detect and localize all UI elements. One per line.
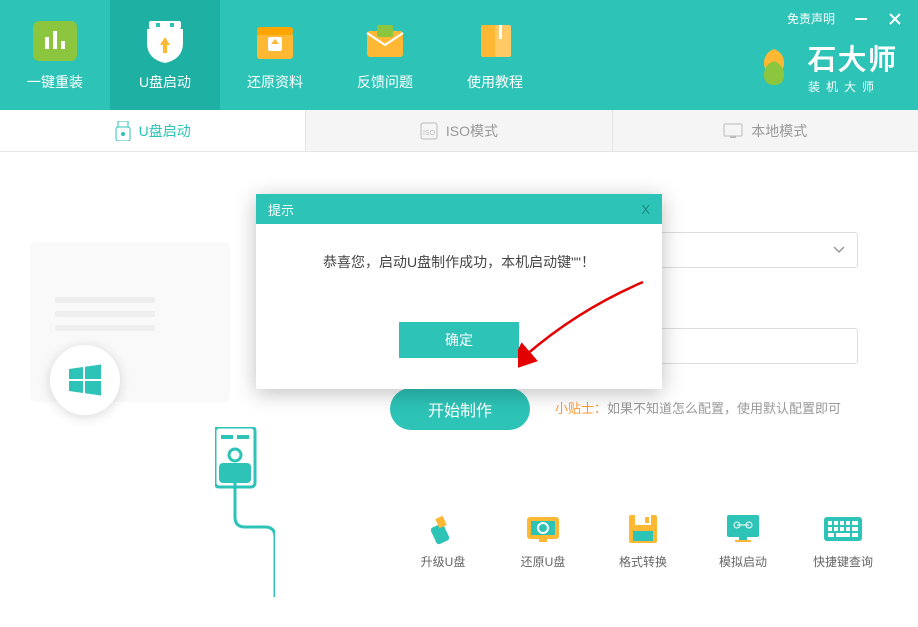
monitor-icon — [723, 123, 743, 139]
tab-label: 本地模式 — [751, 121, 807, 141]
bottom-label: 格式转换 — [619, 553, 667, 570]
logo-subtitle: 装机大师 — [808, 78, 898, 95]
nav-label: U盘启动 — [139, 72, 191, 92]
tab-iso[interactable]: ISO ISO模式 — [306, 110, 612, 151]
shield-usb-icon — [140, 19, 190, 64]
close-icon[interactable]: X — [641, 202, 650, 217]
dialog-ok-button[interactable]: 确定 — [399, 322, 519, 358]
windows-button[interactable] — [50, 345, 120, 415]
decoration-lines — [55, 297, 155, 339]
bottom-hotkey-query[interactable]: 快捷键查询 — [808, 511, 878, 570]
nav-reinstall[interactable]: 一键重装 — [0, 0, 110, 110]
bottom-toolbar: 升级U盘 还原U盘 格式转换 模拟启动 快捷键查询 — [0, 500, 918, 580]
nav-label: 反馈问题 — [357, 72, 413, 92]
logo-icon — [752, 45, 796, 89]
chevron-down-icon — [833, 246, 845, 254]
bottom-simulate-boot[interactable]: 模拟启动 — [708, 511, 778, 570]
dialog: 提示 X 恭喜您，启动U盘制作成功，本机启动键""！ 确定 — [256, 194, 662, 389]
upload-box-icon — [250, 19, 300, 64]
nav-usb-boot[interactable]: U盘启动 — [110, 0, 220, 110]
tip-label: 小贴士： — [555, 401, 607, 416]
tab-usb-boot[interactable]: U盘启动 — [0, 110, 306, 151]
disclaimer-link[interactable]: 免责声明 — [787, 10, 835, 27]
bottom-restore-usb[interactable]: 还原U盘 — [508, 511, 578, 570]
nav-label: 还原资料 — [247, 72, 303, 92]
tab-local[interactable]: 本地模式 — [613, 110, 918, 151]
tip-text: 小贴士：如果不知道怎么配置，使用默认配置即可 — [555, 398, 841, 417]
bottom-upgrade-usb[interactable]: 升级U盘 — [408, 511, 478, 570]
nav-label: 一键重装 — [27, 72, 83, 92]
close-button[interactable] — [887, 11, 903, 27]
dialog-message: 恭喜您，启动U盘制作成功，本机启动键""！ — [256, 224, 662, 292]
nav-restore[interactable]: 还原资料 — [220, 0, 330, 110]
keyboard-icon — [823, 511, 863, 547]
bottom-label: 升级U盘 — [421, 553, 466, 570]
sub-tabs: U盘启动 ISO ISO模式 本地模式 — [0, 110, 918, 152]
main-nav: 一键重装 U盘启动 还原资料 反馈问题 使用教程 — [0, 0, 550, 110]
logo-title: 石大师 — [808, 38, 898, 78]
usb-icon — [115, 121, 131, 141]
minimize-button[interactable] — [853, 11, 869, 27]
nav-tutorial[interactable]: 使用教程 — [440, 0, 550, 110]
usb-upgrade-icon — [423, 511, 463, 547]
header: 一键重装 U盘启动 还原资料 反馈问题 使用教程 免责声明 — [0, 0, 918, 110]
book-icon — [470, 19, 520, 64]
tip-content: 如果不知道怎么配置，使用默认配置即可 — [607, 401, 841, 416]
svg-text:ISO: ISO — [423, 130, 436, 137]
window-controls: 免责声明 — [787, 10, 903, 27]
bottom-format-convert[interactable]: 格式转换 — [608, 511, 678, 570]
monitor-boot-icon — [723, 511, 763, 547]
tab-label: U盘启动 — [139, 121, 191, 141]
iso-icon: ISO — [420, 122, 438, 140]
windows-icon — [67, 362, 103, 398]
nav-feedback[interactable]: 反馈问题 — [330, 0, 440, 110]
envelope-icon — [360, 19, 410, 64]
dialog-header: 提示 X — [256, 194, 662, 224]
logo: 石大师 装机大师 — [752, 38, 898, 95]
nav-label: 使用教程 — [467, 72, 523, 92]
usb-restore-icon — [523, 511, 563, 547]
bottom-label: 还原U盘 — [521, 553, 566, 570]
tab-label: ISO模式 — [446, 121, 498, 141]
floppy-icon — [623, 511, 663, 547]
start-create-button[interactable]: 开始制作 — [390, 388, 530, 430]
bottom-label: 快捷键查询 — [813, 553, 873, 570]
bottom-label: 模拟启动 — [719, 553, 767, 570]
bar-chart-icon — [30, 19, 80, 64]
dialog-title: 提示 — [268, 200, 294, 219]
